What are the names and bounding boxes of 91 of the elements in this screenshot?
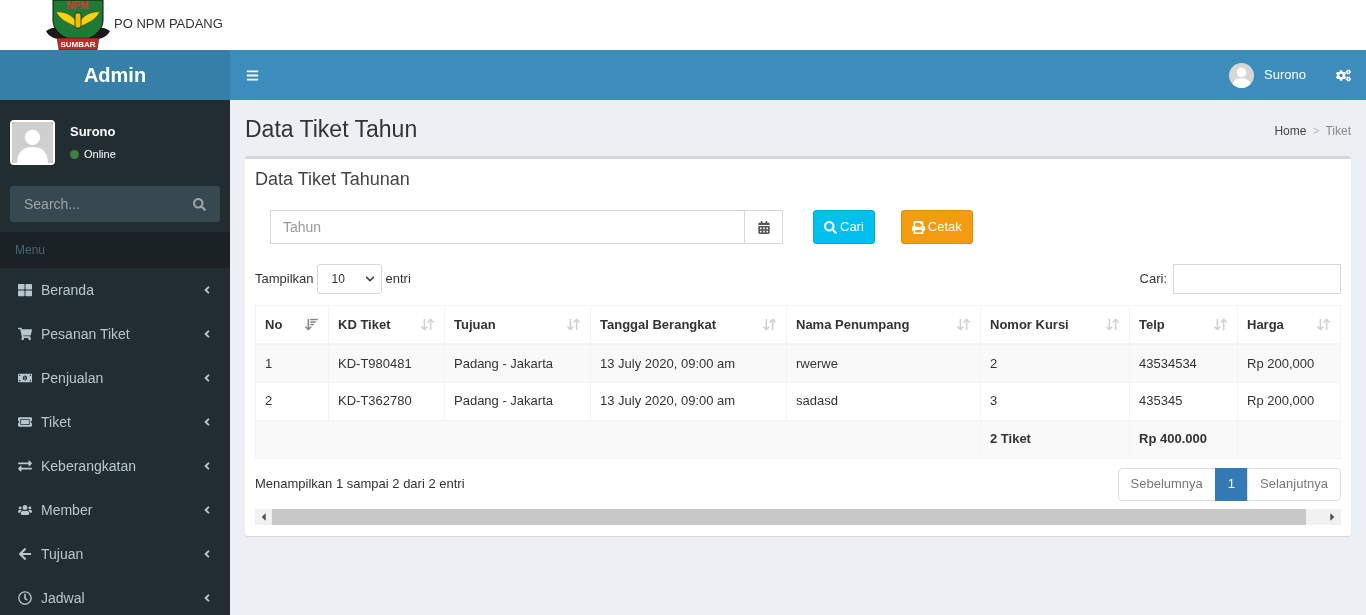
total-cell: 2 Tiket [980, 420, 1130, 458]
column-header[interactable]: Tujuan [445, 306, 590, 343]
cart-icon [18, 327, 32, 341]
table-cell: Rp 200,000 [1237, 382, 1341, 420]
table-cell: KD-T362780 [328, 382, 445, 420]
page-title: Data Tiket Tahun [245, 115, 418, 143]
table-search-label: Cari: [1139, 270, 1167, 289]
chevron-left-icon [202, 548, 212, 560]
column-header[interactable]: No [256, 306, 328, 343]
chevron-left-icon [202, 284, 212, 296]
table-cell: 43534534 [1129, 344, 1238, 382]
breadcrumb-separator: > [1312, 123, 1320, 140]
total-cell: Rp 400.000 [1129, 420, 1238, 458]
breadcrumb-link[interactable]: Home [1274, 122, 1307, 140]
chevron-down-icon [364, 274, 375, 284]
column-header[interactable]: Harga [1238, 306, 1340, 343]
table-cell: rwerwe [786, 344, 981, 382]
table-search-input[interactable] [1173, 264, 1341, 294]
logo-text: NPM [65, 1, 91, 11]
table-cell: 2 [980, 344, 1130, 382]
year-input[interactable]: Tahun [270, 210, 745, 244]
table-cell: Padang - Jakarta [444, 344, 591, 382]
sort-amount-icon [304, 317, 319, 332]
banknote-icon [18, 371, 32, 385]
clock-icon [18, 591, 32, 605]
table-cell: 3 [980, 382, 1130, 420]
column-header[interactable]: KD Tiket [329, 306, 444, 343]
user-name: Surono [70, 124, 116, 140]
sidebar-item[interactable]: Tiket [0, 400, 230, 444]
calendar-icon [757, 220, 770, 234]
column-header[interactable]: Tanggal Berangkat [591, 306, 786, 343]
chevron-left-icon [202, 372, 212, 384]
sort-arrows-icon [566, 317, 581, 332]
menu-header-label: Menu [15, 242, 46, 259]
breadcrumb-current: Tiket [1325, 123, 1351, 140]
entries-select[interactable]: 10 [316, 264, 382, 294]
sidebar-item[interactable]: Beranda [0, 268, 230, 312]
printer-icon [911, 220, 925, 234]
search-field[interactable]: Search... [10, 186, 220, 222]
search-icon [824, 220, 837, 234]
chevron-left-icon [202, 592, 212, 604]
sort-arrows-icon [420, 317, 435, 332]
table-cell: KD-T980481 [328, 344, 445, 382]
sort-arrows-icon [956, 317, 971, 332]
table-cell: sadasd [786, 382, 981, 420]
sort-arrows-icon [1213, 317, 1228, 332]
exchange-arrows-icon [18, 459, 32, 473]
sidebar-item[interactable]: Keberangkatan [0, 444, 230, 488]
menu-icon[interactable] [246, 68, 259, 82]
sort-arrows-icon [1316, 317, 1331, 332]
table-info: Menampilkan 1 sampai 2 dari 2 entri [255, 475, 465, 494]
table-cell: 2 [255, 382, 329, 420]
table-cell: Padang - Jakarta [444, 382, 591, 420]
ticket-icon [18, 415, 32, 429]
sidebar-item[interactable]: Member [0, 488, 230, 532]
user-status: Online [84, 147, 116, 161]
sort-arrows-icon [1105, 317, 1120, 332]
pagination-button[interactable]: 1 [1214, 467, 1249, 501]
column-header[interactable]: Telp [1130, 306, 1237, 343]
chevron-left-icon [202, 460, 212, 472]
box-title: Data Tiket Tahunan [255, 168, 411, 191]
sort-arrows-icon [762, 317, 777, 332]
user-name[interactable]: Surono [1264, 65, 1306, 85]
arrow-left-icon [18, 547, 32, 561]
table-cell: 13 July 2020, 09:00 am [590, 344, 787, 382]
table-cell: 1 [255, 344, 329, 382]
logo-emblem-drawing [45, 0, 111, 50]
length-label: Tampilkan [255, 270, 314, 289]
grid-icon [18, 283, 32, 297]
column-header[interactable]: Nomor Kursi [981, 306, 1129, 343]
users-icon [18, 503, 32, 517]
company-name: PO NPM PADANG [114, 15, 223, 34]
sidebar-item[interactable]: Penjualan [0, 356, 230, 400]
table-cell: Rp 200,000 [1237, 344, 1341, 382]
logo-ribbon-text: SUMBAR [59, 41, 97, 49]
sidebar-item[interactable]: Tujuan [0, 532, 230, 576]
length-suffix: entri [385, 270, 411, 289]
chevron-left-icon [202, 328, 212, 340]
chevron-left-icon [202, 504, 212, 516]
table-cell: 13 July 2020, 09:00 am [590, 382, 787, 420]
column-header[interactable]: Nama Penumpang [787, 306, 980, 343]
calendar-addon[interactable] [745, 210, 783, 244]
chevron-left-icon [202, 416, 212, 428]
sidebar-item[interactable]: Pesanan Tiket [0, 312, 230, 356]
user-avatar [10, 120, 55, 165]
sidebar-item[interactable]: Jadwal [0, 576, 230, 615]
table-cell: 435345 [1129, 382, 1238, 420]
app-title: Admin [83, 63, 147, 88]
user-avatar[interactable] [1229, 62, 1255, 88]
search-icon[interactable] [193, 198, 206, 211]
settings-icon[interactable] [1336, 67, 1351, 83]
